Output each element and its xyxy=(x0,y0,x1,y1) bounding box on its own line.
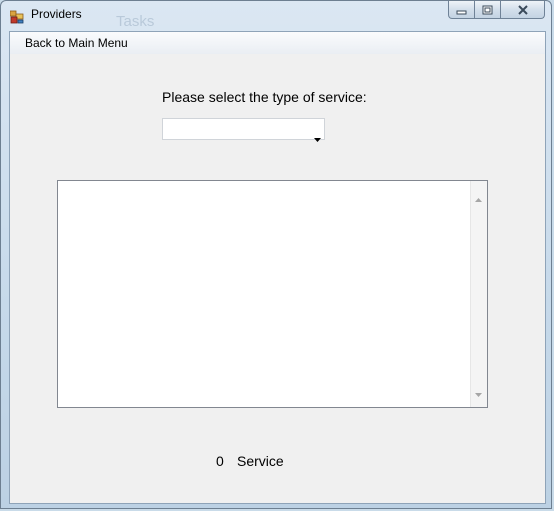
dropdown-arrow-icon[interactable] xyxy=(314,127,321,146)
close-icon xyxy=(517,0,529,19)
scroll-up-arrow-icon[interactable] xyxy=(475,187,482,206)
service-count: 0 xyxy=(216,453,224,469)
form-client-area: Back to Main Menu Please select the type… xyxy=(9,31,546,504)
service-type-dropdown[interactable] xyxy=(162,118,325,142)
caption-buttons xyxy=(448,1,545,20)
vertical-scrollbar[interactable] xyxy=(470,181,487,407)
providers-window: Providers Tasks Back to Main Menu Please… xyxy=(0,0,552,509)
app-icon xyxy=(9,9,24,24)
service-type-prompt: Please select the type of service: xyxy=(162,89,367,105)
maximize-button[interactable] xyxy=(475,1,501,19)
back-to-main-menu-item[interactable]: Back to Main Menu xyxy=(25,36,128,50)
title-bar[interactable]: Providers Tasks xyxy=(1,1,551,31)
close-button[interactable] xyxy=(501,1,545,19)
providers-list[interactable] xyxy=(57,180,488,408)
menu-bar: Back to Main Menu xyxy=(10,32,545,54)
scroll-down-arrow-icon[interactable] xyxy=(475,382,482,401)
window-title: Providers xyxy=(31,7,82,21)
maximize-icon xyxy=(482,0,493,19)
service-count-label: Service xyxy=(237,453,284,469)
minimize-button[interactable] xyxy=(448,1,475,19)
minimize-icon xyxy=(456,0,467,19)
background-window-text: Tasks xyxy=(116,13,155,30)
